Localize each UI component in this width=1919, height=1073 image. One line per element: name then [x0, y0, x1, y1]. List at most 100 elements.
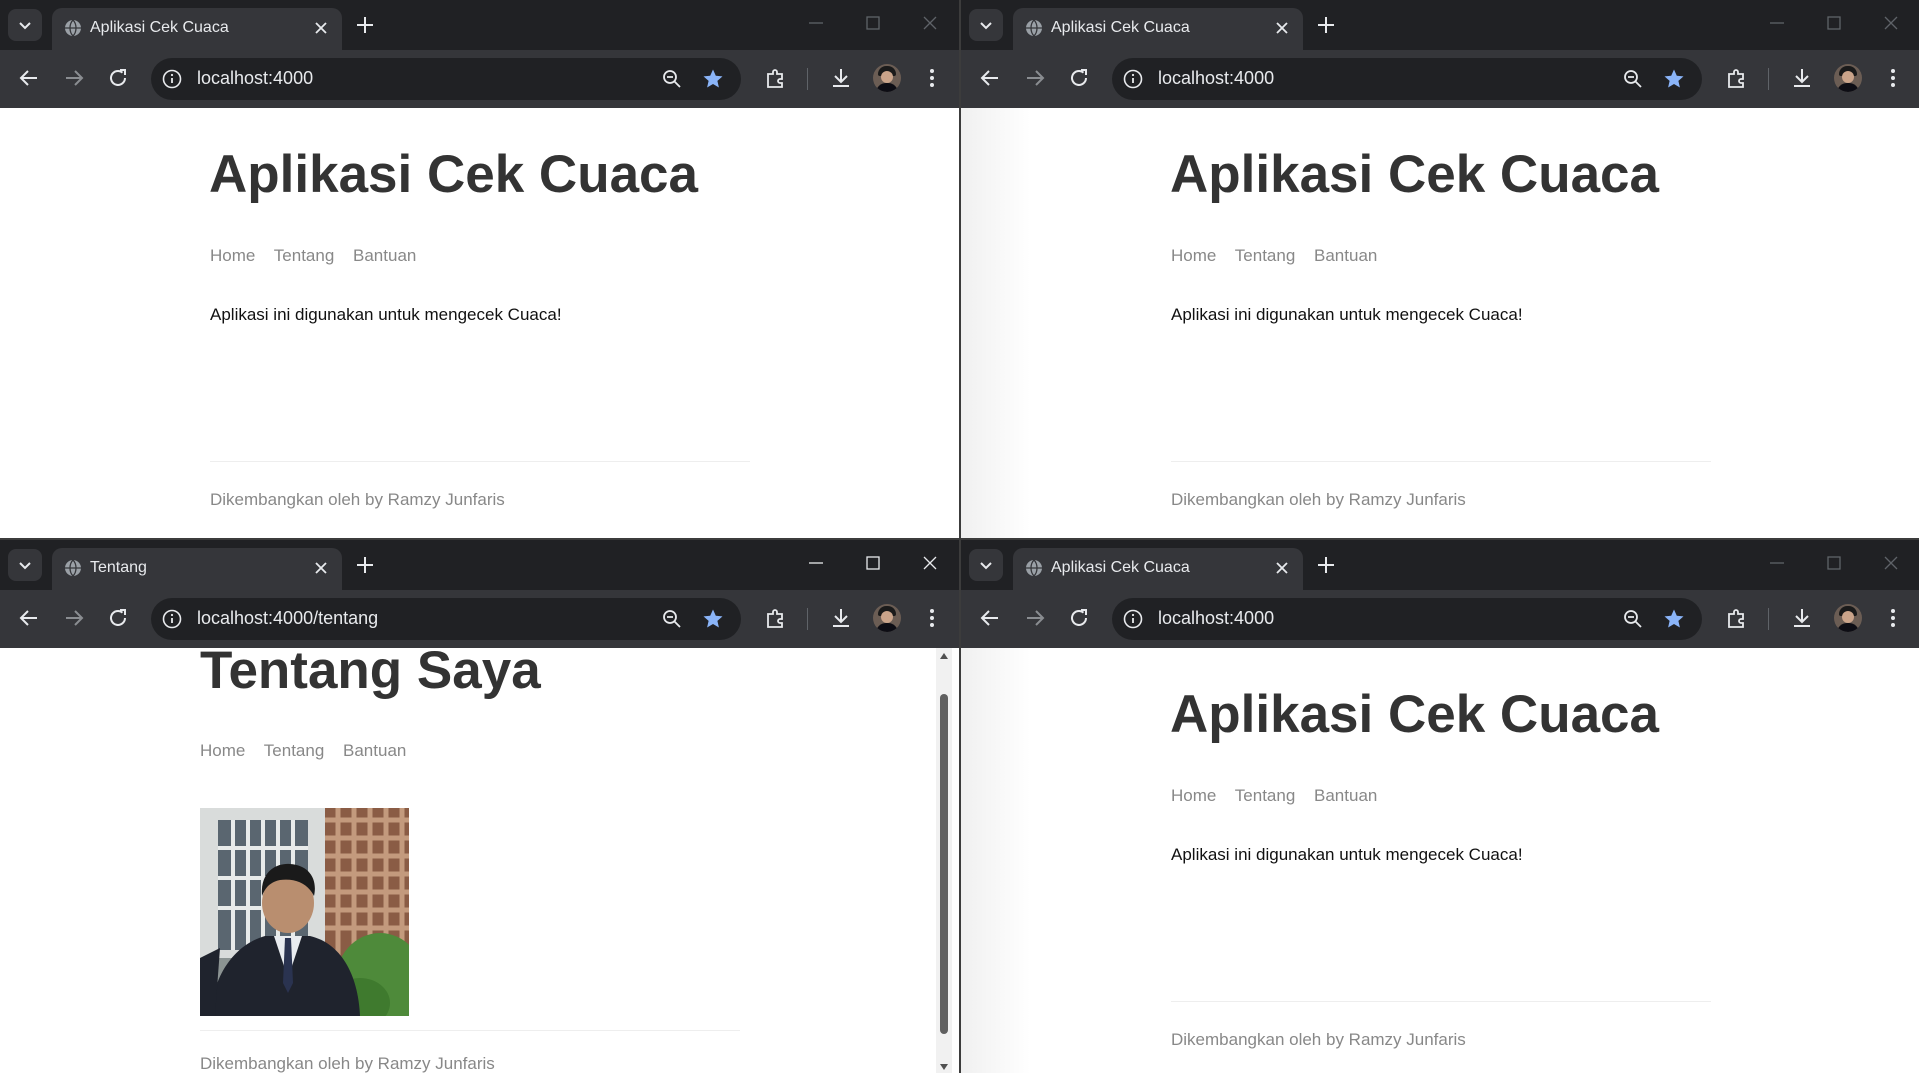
nav-link-bantuan[interactable]: Bantuan	[1314, 786, 1377, 805]
tab-search-button[interactable]	[969, 9, 1003, 41]
close-icon[interactable]	[312, 559, 330, 577]
back-arrow-icon[interactable]	[17, 66, 41, 90]
zoom-out-icon[interactable]	[661, 68, 683, 90]
address-bar[interactable]: localhost:4000	[151, 58, 741, 100]
nav-link-home[interactable]: Home	[1171, 786, 1216, 805]
kebab-menu-icon[interactable]	[920, 606, 944, 630]
nav-link-bantuan[interactable]: Bantuan	[353, 246, 416, 265]
maximize-icon[interactable]	[863, 553, 883, 573]
kebab-menu-icon[interactable]	[1881, 66, 1905, 90]
info-icon[interactable]	[161, 608, 183, 630]
download-icon[interactable]	[1790, 66, 1814, 90]
avatar[interactable]	[1834, 64, 1862, 92]
back-arrow-icon[interactable]	[17, 606, 41, 630]
info-icon[interactable]	[1122, 68, 1144, 90]
nav-link-home[interactable]: Home	[210, 246, 255, 265]
plus-icon[interactable]	[1314, 13, 1338, 37]
download-icon[interactable]	[829, 66, 853, 90]
browser-tab[interactable]: Aplikasi Cek Cuaca	[52, 8, 342, 50]
minimize-icon[interactable]	[1767, 13, 1787, 33]
address-bar[interactable]: localhost:4000/tentang	[151, 598, 741, 640]
browser-window-bottom-left: Tentang localhost:4000/tentang Tentang S…	[0, 540, 959, 1073]
scroll-down-icon[interactable]	[939, 1063, 949, 1071]
zoom-out-icon[interactable]	[1622, 68, 1644, 90]
nav-link-tentang[interactable]: Tentang	[1235, 786, 1296, 805]
nav-link-home[interactable]: Home	[1171, 246, 1216, 265]
forward-arrow-icon[interactable]	[1023, 606, 1047, 630]
nav-link-tentang[interactable]: Tentang	[1235, 246, 1296, 265]
nav-links: Home Tentang Bantuan	[200, 741, 420, 761]
puzzle-icon[interactable]	[764, 66, 788, 90]
browser-tab[interactable]: Tentang	[52, 548, 342, 590]
minimize-icon[interactable]	[1767, 553, 1787, 573]
back-arrow-icon[interactable]	[978, 606, 1002, 630]
star-icon[interactable]	[701, 67, 725, 91]
toolbar-separator	[1768, 608, 1769, 630]
scroll-up-icon[interactable]	[939, 652, 949, 660]
star-icon[interactable]	[701, 607, 725, 631]
tab-search-button[interactable]	[8, 549, 42, 581]
scroll-thumb[interactable]	[940, 694, 948, 1034]
forward-arrow-icon[interactable]	[62, 606, 86, 630]
puzzle-icon[interactable]	[1725, 66, 1749, 90]
nav-link-tentang[interactable]: Tentang	[274, 246, 335, 265]
zoom-out-icon[interactable]	[1622, 608, 1644, 630]
kebab-menu-icon[interactable]	[1881, 606, 1905, 630]
info-icon[interactable]	[161, 68, 183, 90]
scrollbar[interactable]	[936, 648, 952, 1073]
intro-text: Aplikasi ini digunakan untuk mengecek Cu…	[210, 305, 562, 324]
maximize-icon[interactable]	[1824, 13, 1844, 33]
minimize-icon[interactable]	[806, 13, 826, 33]
address-bar[interactable]: localhost:4000	[1112, 598, 1702, 640]
close-window-icon[interactable]	[920, 13, 940, 33]
close-window-icon[interactable]	[920, 553, 940, 573]
star-icon[interactable]	[1662, 67, 1686, 91]
close-icon[interactable]	[1273, 19, 1291, 37]
nav-link-home[interactable]: Home	[200, 741, 245, 760]
nav-link-tentang[interactable]: Tentang	[264, 741, 325, 760]
reload-icon[interactable]	[1067, 66, 1091, 90]
close-window-icon[interactable]	[1881, 13, 1901, 33]
back-arrow-icon[interactable]	[978, 66, 1002, 90]
download-icon[interactable]	[1790, 606, 1814, 630]
maximize-icon[interactable]	[863, 13, 883, 33]
avatar[interactable]	[1834, 604, 1862, 632]
footer-divider	[200, 1030, 740, 1031]
puzzle-icon[interactable]	[1725, 606, 1749, 630]
reload-icon[interactable]	[106, 66, 130, 90]
nav-link-bantuan[interactable]: Bantuan	[1314, 246, 1377, 265]
kebab-menu-icon[interactable]	[920, 66, 944, 90]
page-content: Tentang Saya Home Tentang Bantuan Dikemb…	[0, 641, 959, 1073]
info-icon[interactable]	[1122, 608, 1144, 630]
tab-search-button[interactable]	[8, 9, 42, 41]
avatar[interactable]	[873, 604, 901, 632]
forward-arrow-icon[interactable]	[1023, 66, 1047, 90]
maximize-icon[interactable]	[1824, 553, 1844, 573]
puzzle-icon[interactable]	[764, 606, 788, 630]
zoom-out-icon[interactable]	[661, 608, 683, 630]
profile-photo-image	[200, 808, 409, 1016]
plus-icon[interactable]	[1314, 553, 1338, 577]
toolbar: localhost:4000	[961, 50, 1919, 108]
plus-icon[interactable]	[353, 13, 377, 37]
browser-tab[interactable]: Aplikasi Cek Cuaca	[1013, 548, 1303, 590]
download-icon[interactable]	[829, 606, 853, 630]
browser-tab[interactable]: Aplikasi Cek Cuaca	[1013, 8, 1303, 50]
close-icon[interactable]	[1273, 559, 1291, 577]
tab-search-button[interactable]	[969, 549, 1003, 581]
close-window-icon[interactable]	[1881, 553, 1901, 573]
minimize-icon[interactable]	[806, 553, 826, 573]
nav-link-bantuan[interactable]: Bantuan	[343, 741, 406, 760]
reload-icon[interactable]	[106, 606, 130, 630]
star-icon[interactable]	[1662, 607, 1686, 631]
intro-text: Aplikasi ini digunakan untuk mengecek Cu…	[1171, 305, 1523, 324]
close-icon[interactable]	[312, 19, 330, 37]
avatar[interactable]	[873, 64, 901, 92]
toolbar: localhost:4000	[0, 50, 959, 108]
plus-icon[interactable]	[353, 553, 377, 577]
reload-icon[interactable]	[1067, 606, 1091, 630]
intro-text: Aplikasi ini digunakan untuk mengecek Cu…	[1171, 845, 1523, 864]
forward-arrow-icon[interactable]	[62, 66, 86, 90]
address-bar[interactable]: localhost:4000	[1112, 58, 1702, 100]
url-text: localhost:4000/tentang	[197, 608, 379, 628]
